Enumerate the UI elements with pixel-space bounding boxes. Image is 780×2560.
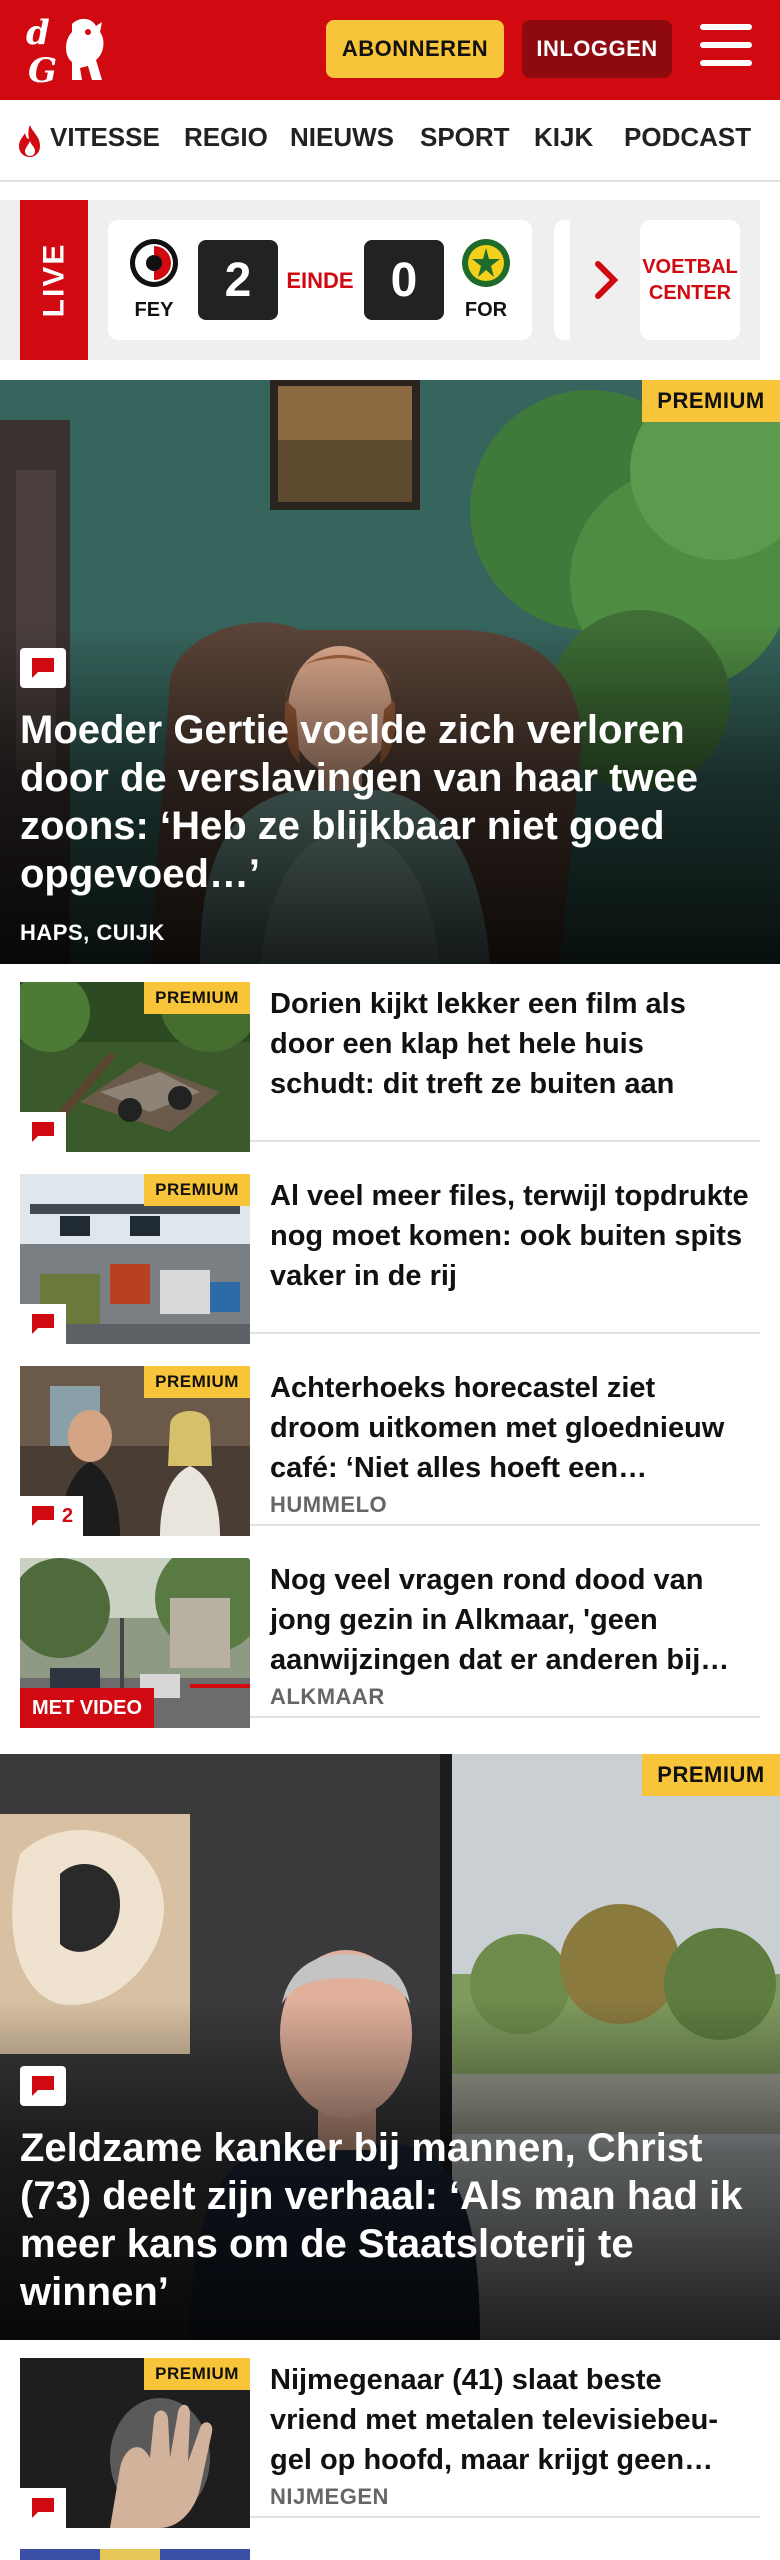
comment-icon [20,648,66,688]
live-label: LIVE [37,242,70,318]
article-title[interactable]: Dorien kijkt lekker een film als door ee… [270,984,750,1104]
article-thumbnail: PREMIUM [20,982,250,1152]
comment-icon [20,2066,66,2106]
premium-badge: PREMIUM [144,1366,250,1398]
premium-badge: PREMIUM [642,380,780,422]
hero-title[interactable]: Zeldzame kanker bij mannen, Christ (73) … [20,2124,750,2316]
article-title[interactable]: Nijmegenaar (41) slaat beste vriend met … [270,2360,750,2480]
article-location: NIJMEGEN [270,2484,389,2509]
article-thumbnail-next [20,2548,250,2560]
menu-icon[interactable] [700,24,752,72]
next-match-card-edge[interactable] [554,220,570,340]
voetbal-center-label-2: CENTER [648,282,732,304]
svg-text:d: d [26,13,50,53]
premium-badge: PREMIUM [144,1174,250,1206]
feyenoord-crest-icon [130,239,178,287]
svg-text:G: G [28,51,57,90]
voetbal-center-link[interactable]: VOETBAL CENTER [640,220,740,340]
premium-badge: PREMIUM [144,982,250,1014]
nav-item-nieuws[interactable]: NIEUWS [290,122,394,153]
list-item[interactable]: PREMIUM Nijmegenaar (41) slaat beste vri… [20,2346,760,2528]
article-title[interactable]: Achterhoeks horecastel ziet droom uitkom… [270,1368,750,1488]
hero-location: HAPS, CUIJK [20,920,165,945]
comment-icon [20,1304,66,1344]
list-item[interactable]: MET VIDEO Nog veel vragen rond dood van … [20,1546,760,1728]
comment-icon [32,1506,54,1526]
nav-item-podcast[interactable]: PODCAST [624,122,751,153]
nav-item-kijk[interactable]: KIJK [534,122,593,153]
match-card[interactable]: FEY 2 EINDE 0 FOR [108,220,532,340]
premium-badge: PREMIUM [642,1754,780,1796]
match-status: EINDE [286,268,354,293]
article-title[interactable]: Nog veel vragen rond dood van jong gezin… [270,1560,750,1680]
premium-badge: PREMIUM [144,2358,250,2390]
nav-item-sport[interactable]: SPORT [420,122,510,153]
list-item[interactable]: PREMIUM 2 Achterhoeks horecastel ziet dr… [20,1354,760,1536]
away-team-name: FOR [464,299,508,321]
article-thumbnail: PREMIUM [20,2358,250,2528]
hero-title[interactable]: Moeder Gertie voelde zich verloren door … [20,706,750,898]
article-location: ALKMAAR [270,1684,385,1709]
away-score: 0 [364,240,444,320]
fortuna-crest-icon [462,239,510,287]
home-team: FEY [124,238,184,322]
article-location: HUMMELO [270,1492,388,1517]
hero-article-1[interactable]: PREMIUM Moeder Gertie voelde zich verlor… [0,380,780,964]
comment-count-value: 2 [62,1504,74,1527]
away-team: FOR [456,238,516,322]
comment-icon [20,1112,66,1152]
article-thumbnail: PREMIUM 2 [20,1366,250,1536]
site-header: d G ABONNEREN INLOGGEN [0,0,780,100]
hero-article-2[interactable]: PREMIUM Zeldzame kanker bij mannen, Chri… [0,1754,780,2340]
article-thumbnail: MET VIDEO [20,1558,250,1728]
voetbal-center-label-1: VOETBAL [642,256,738,278]
logo-icon[interactable]: d G [22,10,114,90]
login-button[interactable]: INLOGGEN [522,20,672,78]
nav-item-vitesse[interactable]: VITESSE [50,122,160,153]
comment-icon [20,2488,66,2528]
article-thumbnail: PREMIUM [20,1174,250,1344]
chevron-right-icon[interactable] [592,260,622,300]
section-nav: VITESSE REGIO NIEUWS SPORT KIJK PODCAST [0,100,780,182]
list-item[interactable]: PREMIUM Dorien kijkt lekker een film als… [20,970,760,1152]
video-label: MET VIDEO [20,1688,155,1728]
list-item[interactable]: PREMIUM Al veel meer files, terwijl topd… [20,1162,760,1344]
subscribe-button[interactable]: ABONNEREN [326,20,504,78]
comment-count: 2 [20,1496,84,1536]
home-score: 2 [198,240,278,320]
nav-item-regio[interactable]: REGIO [184,122,268,153]
flame-icon [19,125,40,157]
article-title[interactable]: Al veel meer files, terwijl topdrukte no… [270,1176,750,1296]
home-team-name: FEY [134,299,174,321]
